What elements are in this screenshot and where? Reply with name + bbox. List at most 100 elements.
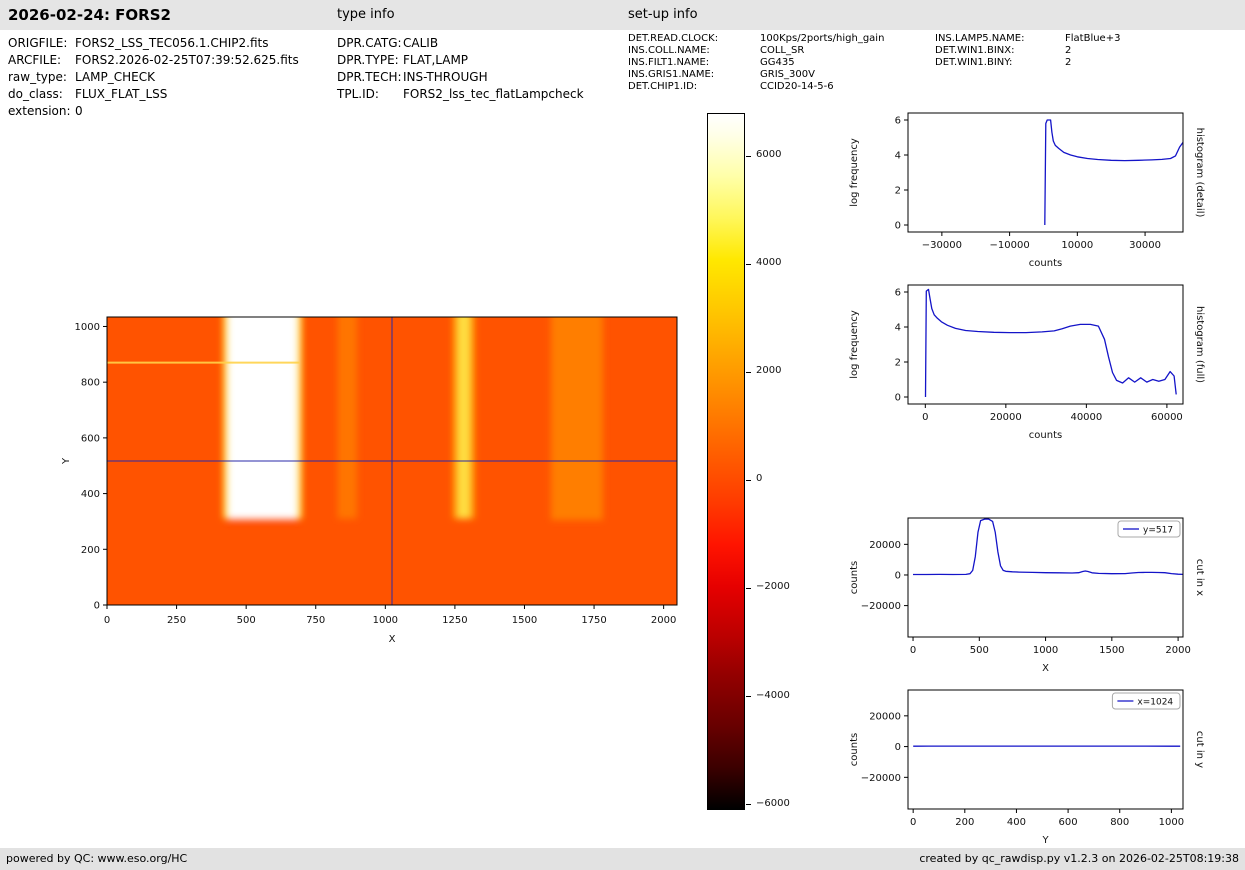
y-tick-label: 600	[81, 433, 100, 444]
dpr-tech-row: DPR.TECH:INS-THROUGH	[337, 69, 584, 86]
dpr-type-row: DPR.TYPE:FLAT,LAMP	[337, 52, 584, 69]
field-label: DPR.CATG:	[337, 35, 403, 52]
type-info-heading: type info	[337, 0, 395, 30]
setup-info-heading: set-up info	[628, 0, 698, 30]
colorbar-tick-mark	[746, 588, 751, 589]
x-axis-label: X	[389, 634, 396, 645]
y-tick-label: 4	[895, 323, 901, 334]
field-label: ARCFILE:	[8, 52, 75, 69]
field-value: 2	[1065, 57, 1071, 69]
ins-filt1-name-row: INS.FILT1.NAME:GG435	[628, 57, 884, 69]
x-tick-label: 10000	[1061, 240, 1093, 251]
extension-row: extension:0	[8, 103, 299, 120]
x-tick-label: 0	[104, 615, 110, 626]
field-label: INS.GRIS1.NAME:	[628, 69, 760, 81]
field-value: GRIS_300V	[760, 69, 815, 81]
colorbar-tick-label: 6000	[756, 149, 781, 160]
x-tick-label: 1500	[512, 615, 537, 626]
field-value: FlatBlue+3	[1065, 33, 1120, 45]
legend-label: y=517	[1143, 526, 1173, 536]
right-axis-label: histogram (detail)	[1194, 128, 1205, 218]
field-label: DPR.TECH:	[337, 69, 403, 86]
y-tick-label: 20000	[869, 540, 901, 551]
field-value: FLUX_FLAT_LSS	[75, 86, 167, 103]
arcfile-row: ARCFILE:FORS2.2026-02-25T07:39:52.625.fi…	[8, 52, 299, 69]
y-tick-label: −20000	[861, 601, 901, 612]
x-tick-label: 1500	[1099, 645, 1124, 656]
colorbar-tick-mark	[746, 156, 751, 157]
dpr-catg-row: DPR.CATG:CALIB	[337, 35, 584, 52]
field-label: DET.READ.CLOCK:	[628, 33, 760, 45]
x-tick-label: 0	[910, 817, 916, 828]
colorbar-tick-label: 4000	[756, 257, 781, 268]
x-tick-label: 1250	[442, 615, 467, 626]
y-axis-label: Y	[61, 457, 72, 465]
x-tick-label: 0	[910, 645, 916, 656]
x-tick-label: 750	[306, 615, 325, 626]
field-label: DET.WIN1.BINX:	[935, 45, 1065, 57]
det-win1-biny-row: DET.WIN1.BINY:2	[935, 57, 1120, 69]
colorbar-tick-label: −6000	[756, 798, 790, 809]
field-value: 0	[75, 103, 83, 120]
field-value: FORS2_LSS_TEC056.1.CHIP2.fits	[75, 35, 268, 52]
field-label: DPR.TYPE:	[337, 52, 403, 69]
colorbar: 6000400020000−2000−4000−6000	[707, 113, 817, 818]
field-label: raw_type:	[8, 69, 75, 86]
field-label: INS.FILT1.NAME:	[628, 57, 760, 69]
x-tick-label: 250	[167, 615, 186, 626]
y-axis-label: counts	[849, 561, 860, 594]
x-tick-label: 800	[1110, 817, 1129, 828]
raw-image-plot: 0250500750100012501500175020000200400600…	[55, 300, 705, 655]
y-tick-label: 0	[895, 393, 901, 404]
legend: x=1024	[1112, 693, 1180, 709]
y-tick-label: 0	[895, 570, 901, 581]
colorbar-tick-mark	[746, 804, 751, 805]
field-label: TPL.ID:	[337, 86, 403, 103]
colorbar-tick-mark	[746, 372, 751, 373]
y-tick-label: 0	[895, 742, 901, 753]
x-tick-label: 20000	[990, 412, 1022, 423]
y-axis-label: log frequency	[849, 310, 860, 379]
y-tick-label: 6	[895, 116, 901, 127]
header-bar	[0, 0, 1245, 30]
y-tick-label: 4	[895, 151, 901, 162]
y-tick-label: 200	[81, 545, 100, 556]
field-value: GG435	[760, 57, 795, 69]
field-value: CALIB	[403, 35, 438, 52]
field-value: COLL_SR	[760, 45, 804, 57]
ins-gris1-name-row: INS.GRIS1.NAME:GRIS_300V	[628, 69, 884, 81]
do-class-row: do_class:FLUX_FLAT_LSS	[8, 86, 299, 103]
type-info-block: DPR.CATG:CALIB DPR.TYPE:FLAT,LAMP DPR.TE…	[337, 35, 584, 103]
y-axis-label: log frequency	[849, 138, 860, 207]
colorbar-tick-label: −4000	[756, 690, 790, 701]
y-tick-label: 1000	[75, 322, 100, 333]
colorbar-gradient	[707, 113, 745, 810]
file-info-block: ORIGFILE:FORS2_LSS_TEC056.1.CHIP2.fits A…	[8, 35, 299, 120]
x-tick-label: 1750	[581, 615, 606, 626]
y-tick-label: 6	[895, 288, 901, 299]
colorbar-tick-label: 0	[756, 473, 762, 484]
x-axis-label: Y	[1041, 835, 1049, 846]
cut-in-y-plot: 02004006008001000−20000020000Ycountscut …	[845, 672, 1245, 857]
footer-credit-right: created by qc_rawdisp.py v1.2.3 on 2026-…	[919, 848, 1239, 870]
x-tick-label: −10000	[989, 240, 1029, 251]
det-chip1-id-row: DET.CHIP1.ID:CCID20-14-5-6	[628, 81, 884, 93]
field-value: FORS2_lss_tec_flatLampcheck	[403, 86, 584, 103]
x-tick-label: 500	[237, 615, 256, 626]
y-tick-label: 20000	[869, 711, 901, 722]
field-label: INS.LAMP5.NAME:	[935, 33, 1065, 45]
x-tick-label: 30000	[1129, 240, 1161, 251]
field-value: INS-THROUGH	[403, 69, 488, 86]
field-label: DET.WIN1.BINY:	[935, 57, 1065, 69]
right-axis-label: cut in x	[1194, 559, 1205, 596]
x-axis-label: counts	[1029, 430, 1062, 441]
field-value: LAMP_CHECK	[75, 69, 155, 86]
x-tick-label: 1000	[1159, 817, 1184, 828]
histogram-detail-plot: −30000−1000010000300000246countslog freq…	[845, 95, 1245, 280]
footer-credit-left: powered by QC: www.eso.org/HC	[6, 848, 187, 870]
x-tick-label: 1000	[373, 615, 398, 626]
y-tick-label: 0	[895, 221, 901, 232]
x-tick-label: 60000	[1151, 412, 1183, 423]
x-tick-label: 40000	[1070, 412, 1102, 423]
right-axis-label: histogram (full)	[1194, 306, 1205, 383]
